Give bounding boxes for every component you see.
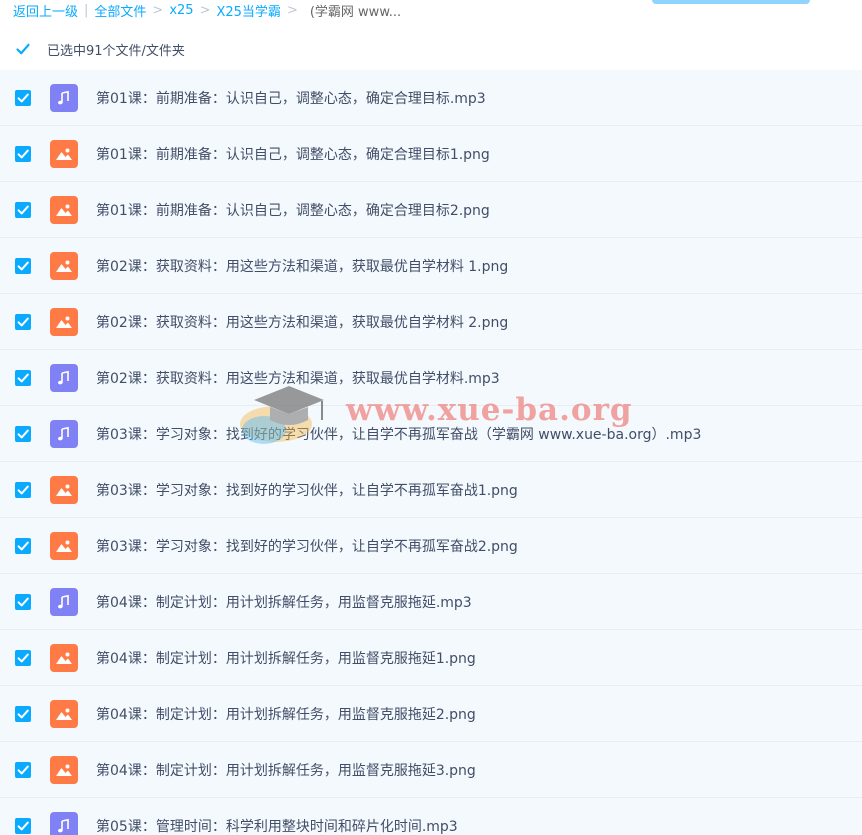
audio-file-icon [50, 83, 78, 112]
file-name[interactable]: 第02课：获取资料：用这些方法和渠道，获取最优自学材料 1.png [96, 256, 508, 276]
file-checkbox[interactable] [15, 761, 31, 778]
chevron-right-icon: > [152, 2, 164, 18]
image-file-icon [50, 251, 78, 280]
select-all-checkbox[interactable] [15, 41, 31, 57]
file-row[interactable]: 第04课：制定计划：用计划拆解任务，用监督克服拖延2.png [0, 686, 862, 742]
file-row[interactable]: 第04课：制定计划：用计划拆解任务，用监督克服拖延1.png [0, 630, 862, 686]
file-checkbox[interactable] [15, 369, 31, 386]
image-file-icon [50, 531, 78, 560]
select-all-row: 已选中91个文件/文件夹 [0, 30, 862, 68]
file-checkbox[interactable] [15, 257, 31, 274]
file-name[interactable]: 第04课：制定计划：用计划拆解任务，用监督克服拖延1.png [96, 648, 476, 668]
check-icon [17, 373, 29, 382]
check-icon [17, 541, 29, 550]
image-file-icon [50, 307, 78, 336]
file-checkbox[interactable] [15, 593, 31, 610]
file-row[interactable]: 第03课：学习对象：找到好的学习伙伴，让自学不再孤军奋战2.png [0, 518, 862, 574]
file-name[interactable]: 第04课：制定计划：用计划拆解任务，用监督克服拖延.mp3 [96, 592, 472, 612]
check-icon [16, 43, 30, 55]
breadcrumb-item-x25[interactable]: x25 [169, 3, 193, 18]
file-name[interactable]: 第05课：管理时间：科学利用整块时间和碎片化时间.mp3 [96, 816, 458, 835]
file-row[interactable]: 第05课：管理时间：科学利用整块时间和碎片化时间.mp3 [0, 798, 862, 835]
file-checkbox[interactable] [15, 89, 31, 106]
check-icon [17, 93, 29, 102]
file-name[interactable]: 第03课：学习对象：找到好的学习伙伴，让自学不再孤军奋战2.png [96, 536, 518, 556]
breadcrumb-divider: | [84, 2, 89, 18]
check-icon [17, 205, 29, 214]
audio-file-icon [50, 811, 78, 835]
check-icon [17, 821, 29, 830]
chevron-right-icon: > [199, 2, 211, 18]
breadcrumb: 返回上一级 | 全部文件 > x25 > X25当学霸 > (学霸网 www..… [13, 0, 401, 20]
check-icon [17, 653, 29, 662]
chevron-right-icon: > [286, 2, 298, 18]
top-action-button[interactable] [652, 0, 810, 4]
file-name[interactable]: 第02课：获取资料：用这些方法和渠道，获取最优自学材料.mp3 [96, 368, 500, 388]
image-file-icon [50, 699, 78, 728]
file-checkbox[interactable] [15, 145, 31, 162]
file-row[interactable]: 第02课：获取资料：用这些方法和渠道，获取最优自学材料 2.png [0, 294, 862, 350]
file-checkbox[interactable] [15, 817, 31, 834]
file-row[interactable]: 第01课：前期准备：认识自己，调整心态，确定合理目标2.png [0, 182, 862, 238]
file-name[interactable]: 第04课：制定计划：用计划拆解任务，用监督克服拖延3.png [96, 760, 476, 780]
image-file-icon [50, 755, 78, 784]
file-name[interactable]: 第01课：前期准备：认识自己，调整心态，确定合理目标2.png [96, 200, 490, 220]
check-icon [17, 317, 29, 326]
file-manager-page: 返回上一级 | 全部文件 > x25 > X25当学霸 > (学霸网 www..… [0, 0, 862, 835]
file-row[interactable]: 第01课：前期准备：认识自己，调整心态，确定合理目标1.png [0, 126, 862, 182]
check-icon [17, 597, 29, 606]
audio-file-icon [50, 587, 78, 616]
all-files-link[interactable]: 全部文件 [94, 1, 146, 20]
breadcrumb-item-x25-xueba[interactable]: X25当学霸 [216, 1, 280, 20]
file-name[interactable]: 第01课：前期准备：认识自己，调整心态，确定合理目标1.png [96, 144, 490, 164]
file-row[interactable]: 第03课：学习对象：找到好的学习伙伴，让自学不再孤军奋战（学霸网 www.xue… [0, 406, 862, 462]
check-icon [17, 149, 29, 158]
check-icon [17, 765, 29, 774]
file-row[interactable]: 第01课：前期准备：认识自己，调整心态，确定合理目标.mp3 [0, 70, 862, 126]
file-name[interactable]: 第03课：学习对象：找到好的学习伙伴，让自学不再孤军奋战（学霸网 www.xue… [96, 424, 701, 444]
selection-count: 已选中91个文件/文件夹 [47, 43, 185, 59]
file-checkbox[interactable] [15, 425, 31, 442]
check-icon [17, 709, 29, 718]
file-row[interactable]: 第03课：学习对象：找到好的学习伙伴，让自学不再孤军奋战1.png [0, 462, 862, 518]
file-row[interactable]: 第04课：制定计划：用计划拆解任务，用监督克服拖延3.png [0, 742, 862, 798]
file-name[interactable]: 第04课：制定计划：用计划拆解任务，用监督克服拖延2.png [96, 704, 476, 724]
file-row[interactable]: 第02课：获取资料：用这些方法和渠道，获取最优自学材料 1.png [0, 238, 862, 294]
check-icon [17, 485, 29, 494]
file-name[interactable]: 第02课：获取资料：用这些方法和渠道，获取最优自学材料 2.png [96, 312, 508, 332]
file-row[interactable]: 第02课：获取资料：用这些方法和渠道，获取最优自学材料.mp3 [0, 350, 862, 406]
file-checkbox[interactable] [15, 313, 31, 330]
breadcrumb-current: (学霸网 www... [309, 4, 402, 20]
image-file-icon [50, 643, 78, 672]
check-icon [17, 429, 29, 438]
back-link[interactable]: 返回上一级 [13, 1, 78, 20]
image-file-icon [50, 195, 78, 224]
file-checkbox[interactable] [15, 649, 31, 666]
file-list: 第01课：前期准备：认识自己，调整心态，确定合理目标.mp3 第01课：前期准备：… [0, 70, 862, 835]
file-row[interactable]: 第04课：制定计划：用计划拆解任务，用监督克服拖延.mp3 [0, 574, 862, 630]
file-name[interactable]: 第03课：学习对象：找到好的学习伙伴，让自学不再孤军奋战1.png [96, 480, 518, 500]
file-checkbox[interactable] [15, 481, 31, 498]
audio-file-icon [50, 363, 78, 392]
image-file-icon [50, 475, 78, 504]
file-checkbox[interactable] [15, 705, 31, 722]
file-checkbox[interactable] [15, 201, 31, 218]
image-file-icon [50, 139, 78, 168]
file-name[interactable]: 第01课：前期准备：认识自己，调整心态，确定合理目标.mp3 [96, 88, 486, 108]
file-checkbox[interactable] [15, 537, 31, 554]
audio-file-icon [50, 419, 78, 448]
check-icon [17, 261, 29, 270]
